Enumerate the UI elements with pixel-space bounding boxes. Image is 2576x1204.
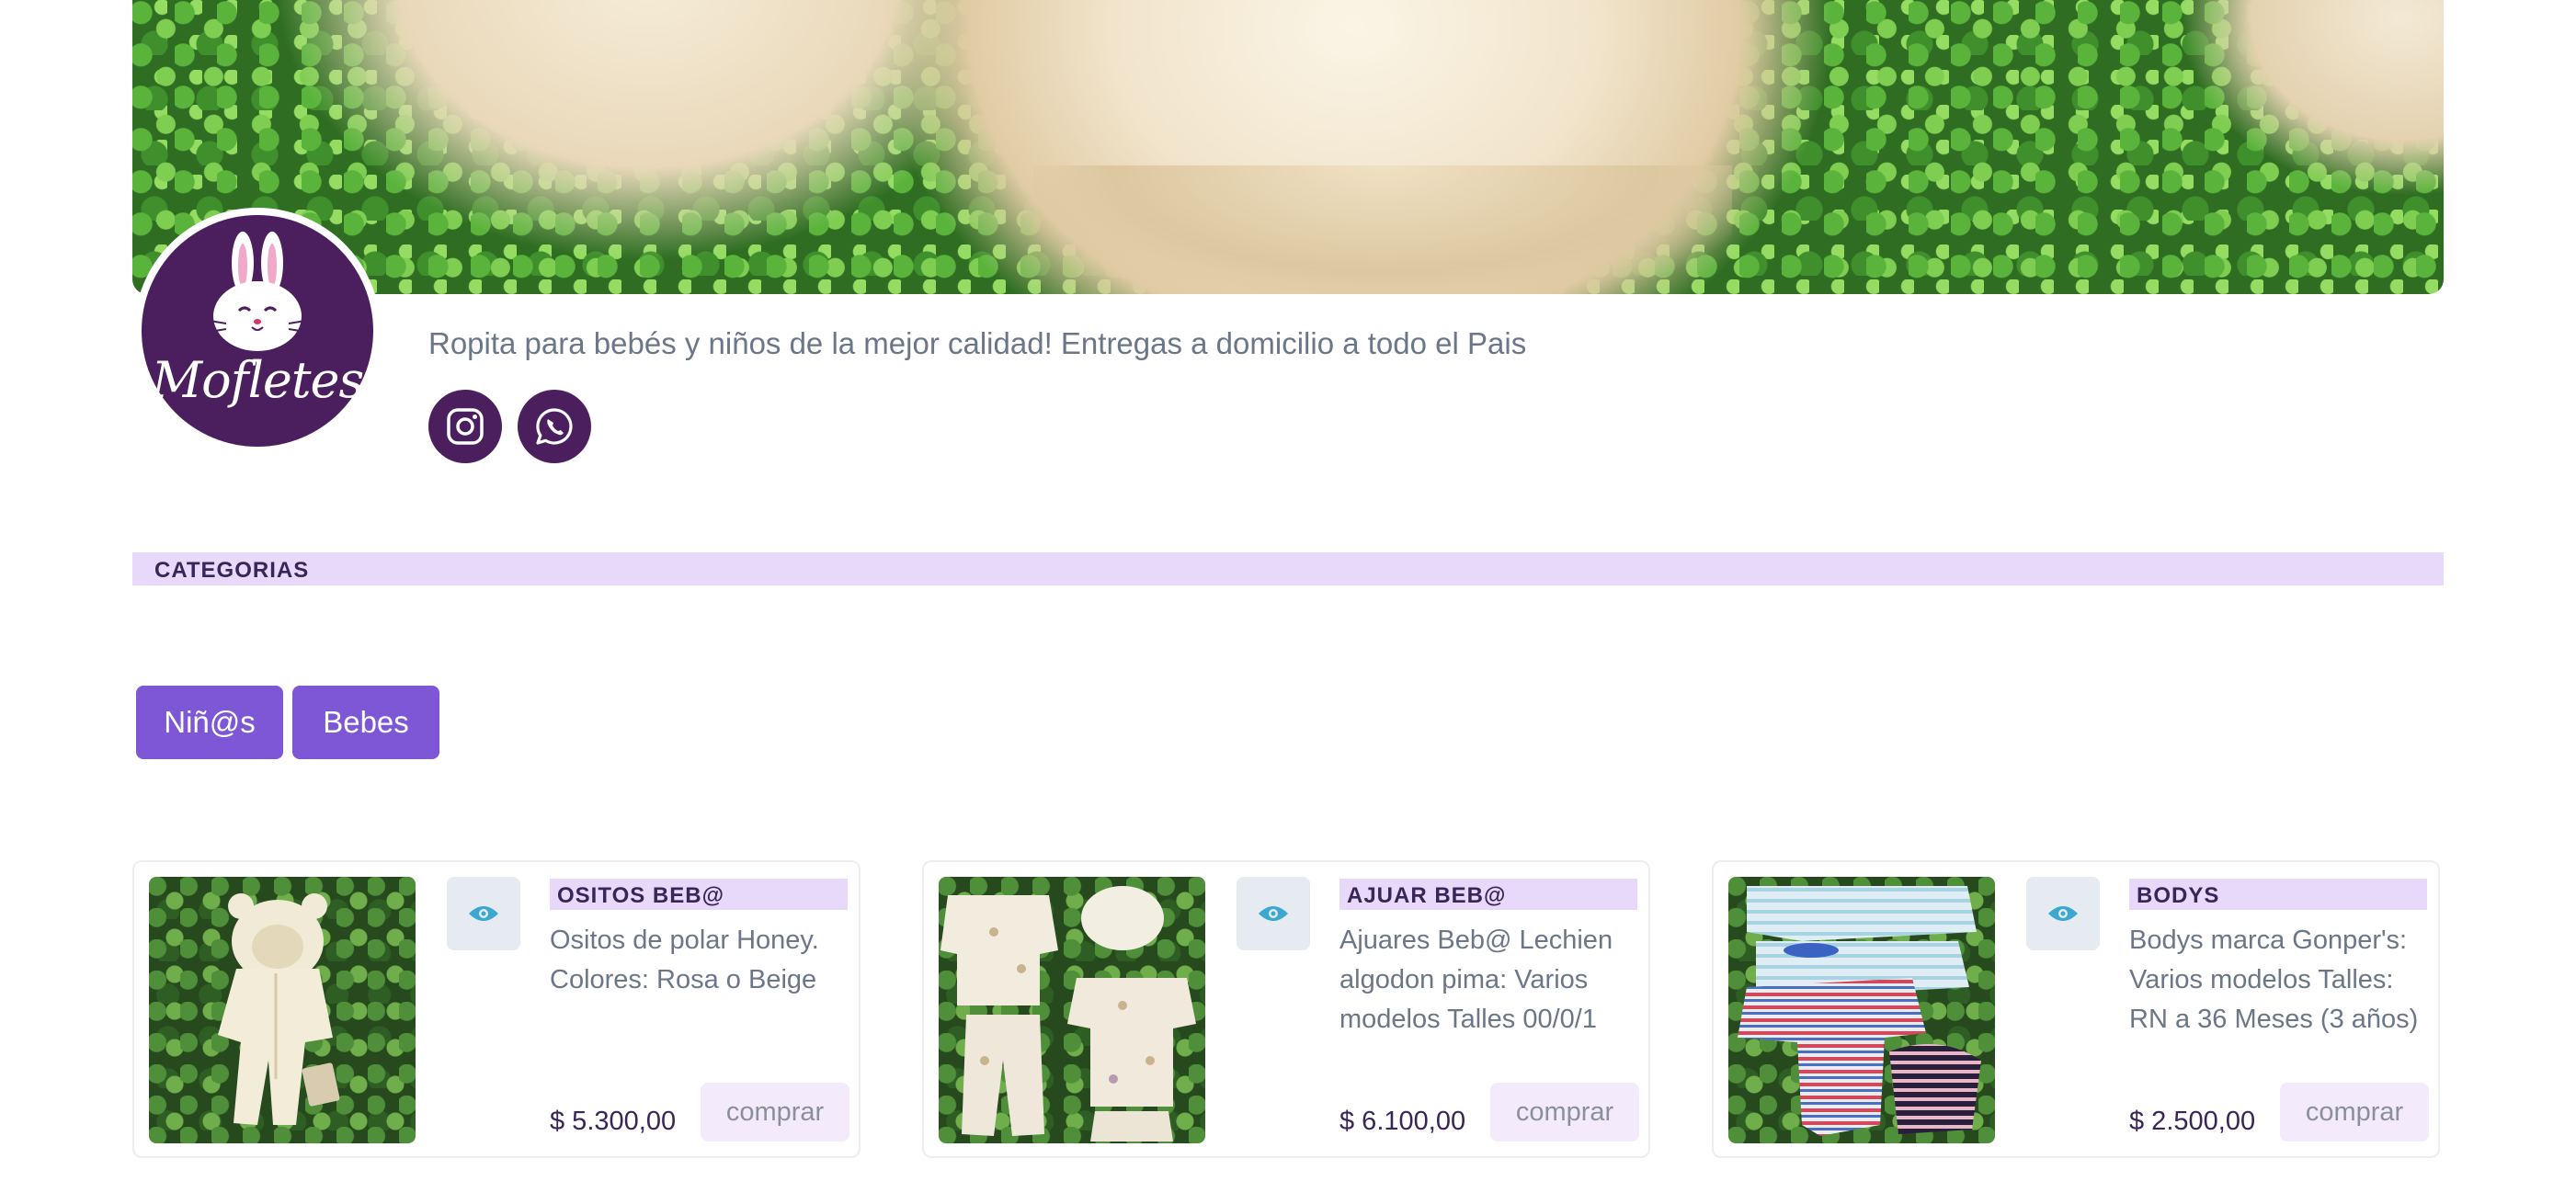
- product-price: $ 5.300,00: [550, 1107, 677, 1136]
- baby-outfit-set-image: [940, 886, 1196, 1142]
- product-image[interactable]: [1728, 877, 1995, 1143]
- eye-icon: [1259, 906, 1288, 921]
- instagram-button[interactable]: [428, 390, 502, 463]
- logo-wordmark: Mofletes: [151, 351, 364, 409]
- product-category-tag: AJUAR BEB@: [1339, 879, 1637, 910]
- store-logo: Mofletes: [142, 215, 373, 447]
- product-category-tag: BODYS: [2129, 879, 2427, 910]
- category-button-ninos[interactable]: Niñ@s: [136, 686, 283, 759]
- categories-header: CATEGORIAS: [132, 552, 2444, 585]
- product-price: $ 6.100,00: [1339, 1107, 1466, 1136]
- bear-suit-image: [218, 893, 340, 1125]
- product-price: $ 2.500,00: [2129, 1107, 2256, 1136]
- product-card: BODYS Bodys marca Gonper's: Varios model…: [1712, 860, 2440, 1158]
- product-card: AJUAR BEB@ Ajuares Beb@ Lechien algodon …: [922, 860, 1650, 1158]
- product-description: Ajuares Beb@ Lechien algodon pima: Vario…: [1339, 926, 1613, 1034]
- bodysuits-image: [1738, 886, 1981, 1136]
- banner-plush-detail: [1033, 165, 1732, 294]
- view-product-button[interactable]: [1237, 877, 1310, 950]
- product-card: OSITOS BEB@ Ositos de polar Honey. Color…: [132, 860, 861, 1158]
- product-image[interactable]: [939, 877, 1205, 1143]
- product-description: Bodys marca Gonper's: Varios modelos Tal…: [2129, 926, 2419, 1034]
- store-avatar: Mofletes: [134, 208, 381, 454]
- category-button-bebes[interactable]: Bebes: [292, 686, 439, 759]
- buy-button[interactable]: comprar: [1490, 1083, 1639, 1142]
- whatsapp-button[interactable]: [518, 390, 591, 463]
- whatsapp-icon: [536, 408, 573, 445]
- categories-title: CATEGORIAS: [154, 558, 310, 583]
- bunny-logo-icon: [209, 232, 306, 351]
- instagram-icon: [447, 408, 484, 445]
- product-description: Ositos de polar Honey. Colores: Rosa o B…: [550, 926, 819, 994]
- buy-button[interactable]: comprar: [701, 1083, 849, 1142]
- eye-icon: [469, 906, 498, 921]
- cover-banner-image: [132, 0, 2444, 294]
- view-product-button[interactable]: [447, 877, 520, 950]
- view-product-button[interactable]: [2026, 877, 2100, 950]
- eye-icon: [2048, 906, 2078, 921]
- buy-button[interactable]: comprar: [2280, 1083, 2429, 1142]
- product-image[interactable]: [149, 877, 416, 1143]
- product-category-tag: OSITOS BEB@: [550, 879, 848, 910]
- store-tagline: Ropita para bebés y niños de la mejor ca…: [428, 326, 1527, 360]
